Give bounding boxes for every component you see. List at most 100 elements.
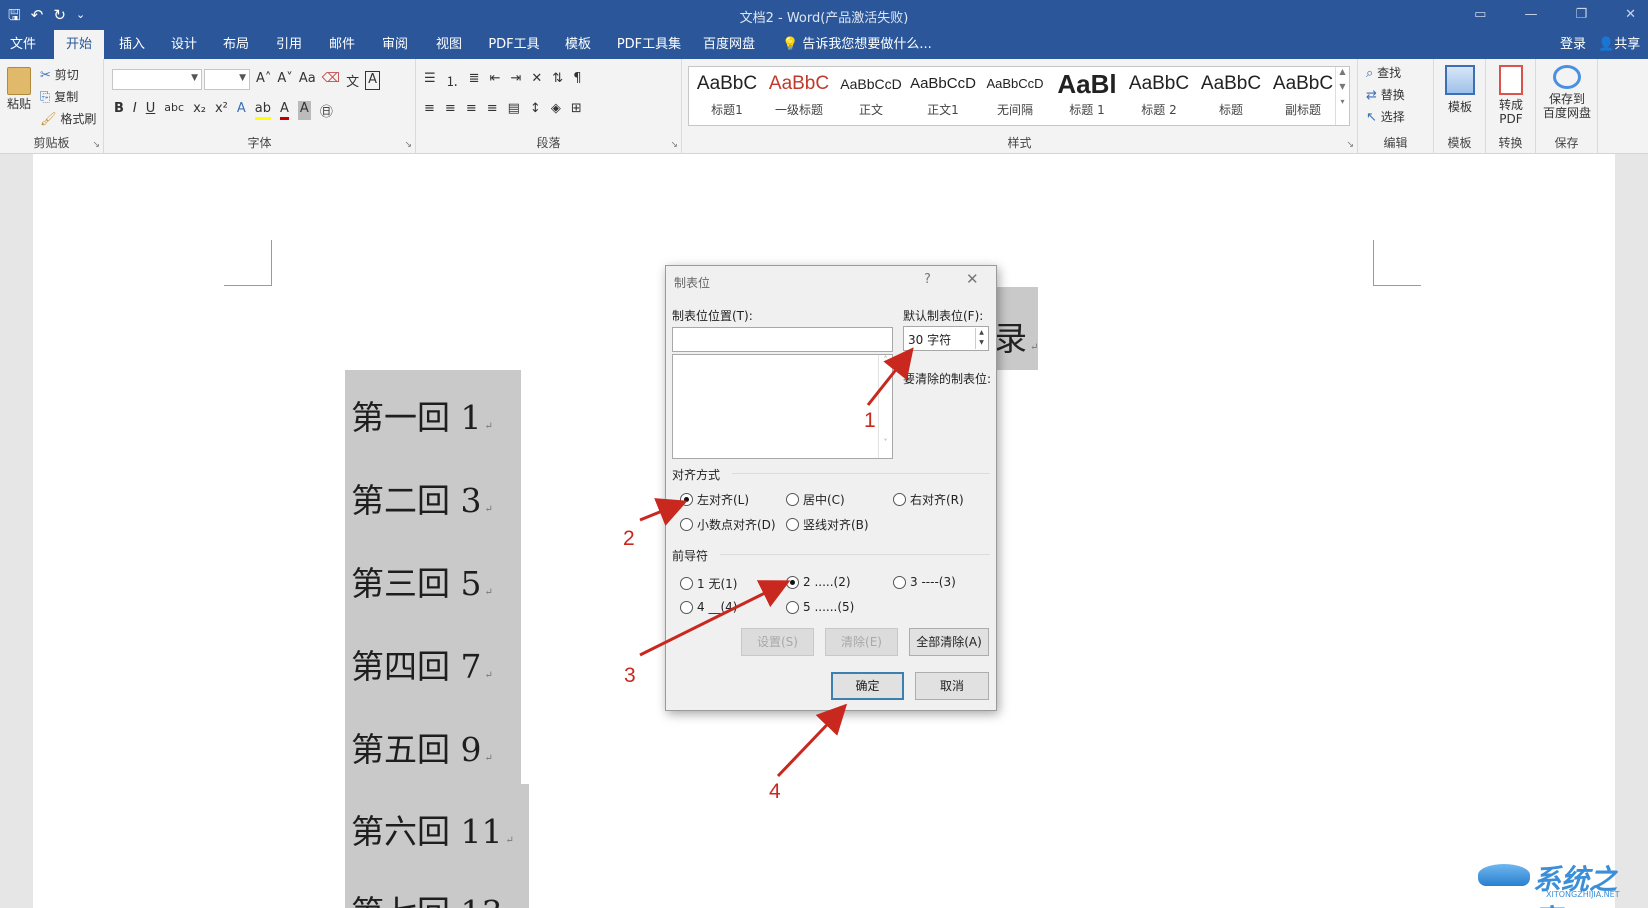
align-bar-radio[interactable]: 竖线对齐(B) [786, 516, 869, 533]
format-painter-button[interactable]: 🖌 格式刷 [40, 110, 96, 127]
shrink-font-icon[interactable]: A˅ [277, 71, 292, 90]
tab-design[interactable]: 设计 [162, 30, 206, 59]
select-button[interactable]: ↖ 选择 [1366, 108, 1405, 125]
phonetic-guide-icon[interactable]: 文 [346, 71, 359, 90]
chevron-up-icon[interactable]: ˄ [879, 355, 892, 364]
tab-insert[interactable]: 插入 [110, 30, 154, 59]
font-color-icon[interactable]: A [280, 101, 289, 120]
tab-review[interactable]: 审阅 [373, 30, 417, 59]
close-icon[interactable]: ✕ [966, 270, 979, 288]
tab-layout[interactable]: 布局 [214, 30, 258, 59]
multilevel-list-icon[interactable]: ≣ [469, 71, 480, 90]
align-center-icon[interactable]: ≡ [445, 101, 456, 116]
align-right-radio[interactable]: 右对齐(R) [893, 491, 964, 508]
tab-pdf-toolset[interactable]: PDF工具集 [613, 30, 685, 59]
toc-line[interactable]: 第一回 1 ↵ [351, 391, 493, 439]
tab-mailings[interactable]: 邮件 [320, 30, 364, 59]
font-name-combo[interactable]: ▼ [112, 69, 202, 90]
chevron-down-icon[interactable]: ▼ [1336, 82, 1349, 91]
chinese-layout-icon[interactable]: ✕ [531, 71, 542, 90]
toc-line[interactable]: 第四回 7 ↵ [351, 640, 493, 688]
style-item[interactable]: AaBbC 标题 [1195, 67, 1267, 125]
convert-pdf-button[interactable]: 转成 PDF [1489, 65, 1533, 126]
style-item[interactable]: AaBbCcD 正文1 [907, 67, 979, 125]
ok-button[interactable]: 确定 [831, 672, 904, 700]
ribbon-display-icon[interactable]: ▭ [1474, 4, 1486, 26]
font-size-combo[interactable]: ▼ [204, 69, 250, 90]
tab-position-input[interactable] [672, 327, 893, 352]
save-netdisk-button[interactable]: 保存到 百度网盘 [1538, 65, 1596, 120]
borders-icon[interactable]: ⊞ [571, 101, 582, 116]
leader-middot-radio[interactable]: 5 ......(5) [786, 600, 854, 614]
bold-button[interactable]: B [114, 101, 124, 120]
tab-template[interactable]: 模板 [556, 30, 600, 59]
dialog-launcher-icon[interactable]: ↘ [404, 140, 412, 150]
style-item[interactable]: AaBl 标题 1 [1051, 67, 1123, 125]
clear-button[interactable]: 清除(E) [825, 628, 898, 656]
leader-none-radio[interactable]: 1 无(1) [680, 575, 737, 592]
spin-down-icon[interactable]: ▼ [976, 338, 987, 348]
toc-line[interactable]: 第七回 13 [351, 886, 502, 908]
strikethrough-button[interactable]: abc [164, 101, 184, 120]
cut-button[interactable]: ✂ 剪切 [40, 66, 79, 83]
clear-format-icon[interactable]: ⌫ [322, 71, 340, 90]
default-tab-spinner[interactable]: 30 字符 ▲ ▼ [903, 326, 989, 351]
style-item[interactable]: AaBbC 副标题 [1267, 67, 1339, 125]
toc-line[interactable]: 第二回 3 ↵ [351, 474, 493, 522]
replace-button[interactable]: ⇄ 替换 [1366, 86, 1405, 103]
enclose-char-icon[interactable]: ㊐ [320, 101, 333, 120]
distributed-icon[interactable]: ▤ [508, 101, 520, 116]
tab-view[interactable]: 视图 [427, 30, 471, 59]
chevron-down-icon[interactable]: ˅ [879, 438, 892, 447]
align-decimal-radio[interactable]: 小数点对齐(D) [680, 516, 776, 533]
style-item[interactable]: AaBbC 一级标题 [763, 67, 835, 125]
grow-font-icon[interactable]: A˄ [256, 71, 271, 90]
numbering-icon[interactable]: ⒈ [446, 71, 459, 90]
style-item[interactable]: AaBbCcD 正文 [835, 67, 907, 125]
clear-all-button[interactable]: 全部清除(A) [909, 628, 989, 656]
chevron-up-icon[interactable]: ▲ [1336, 67, 1349, 76]
share-button[interactable]: 👤共享 [1598, 30, 1640, 59]
decrease-indent-icon[interactable]: ⇤ [490, 71, 501, 90]
toc-line[interactable]: 第三回 5 ↵ [351, 557, 493, 605]
italic-button[interactable]: I [133, 101, 137, 120]
dialog-launcher-icon[interactable]: ↘ [1346, 140, 1354, 150]
cancel-button[interactable]: 取消 [915, 672, 989, 700]
sort-icon[interactable]: ⇅ [552, 71, 563, 90]
set-button[interactable]: 设置(S) [741, 628, 814, 656]
highlight-icon[interactable]: ab [254, 101, 271, 120]
bullets-icon[interactable]: ☰ [424, 71, 436, 90]
tab-references[interactable]: 引用 [267, 30, 311, 59]
restore-icon[interactable]: ❐ [1575, 4, 1587, 26]
tell-me-box[interactable]: 💡 告诉我您想要做什么... [782, 30, 932, 59]
underline-button[interactable]: U [146, 101, 156, 120]
tab-file[interactable]: 文件 [4, 30, 42, 59]
gallery-expand-icon[interactable]: ▾ [1336, 97, 1349, 106]
show-marks-icon[interactable]: ¶ [573, 71, 581, 90]
copy-button[interactable]: ⎘ 复制 [40, 88, 78, 105]
align-right-icon[interactable]: ≡ [466, 101, 477, 116]
dialog-launcher-icon[interactable]: ↘ [92, 140, 100, 150]
spin-up-icon[interactable]: ▲ [976, 328, 987, 338]
toc-line[interactable]: 第五回 9 ↵ [351, 723, 493, 771]
leader-underline-radio[interactable]: 4 __(4) [680, 600, 737, 614]
help-icon[interactable]: ? [924, 272, 931, 287]
close-icon[interactable]: ✕ [1625, 4, 1636, 26]
align-center-radio[interactable]: 居中(C) [786, 491, 845, 508]
list-scrollbar[interactable]: ˄ ˅ [878, 355, 892, 458]
shading-icon[interactable]: ◈ [551, 101, 561, 116]
tab-position-list[interactable]: ˄ ˅ [672, 354, 893, 459]
style-item[interactable]: AaBbC 标题 2 [1123, 67, 1195, 125]
tab-baidu-netdisk[interactable]: 百度网盘 [698, 30, 760, 59]
minimize-icon[interactable]: — [1524, 4, 1537, 26]
paste-button[interactable]: 粘贴 [4, 67, 34, 112]
gallery-scroll[interactable]: ▲ ▼ ▾ [1335, 67, 1349, 125]
superscript-button[interactable]: x² [215, 101, 228, 120]
align-left-radio[interactable]: 左对齐(L) [680, 491, 749, 508]
tab-pdf-tools[interactable]: PDF工具 [484, 30, 544, 59]
line-spacing-icon[interactable]: ↕ [530, 101, 541, 116]
align-left-icon[interactable]: ≡ [424, 101, 435, 116]
find-button[interactable]: ⌕ 查找 [1366, 64, 1401, 81]
style-item[interactable]: AaBbCcD 无间隔 [979, 67, 1051, 125]
text-effects-icon[interactable]: A [237, 101, 246, 120]
